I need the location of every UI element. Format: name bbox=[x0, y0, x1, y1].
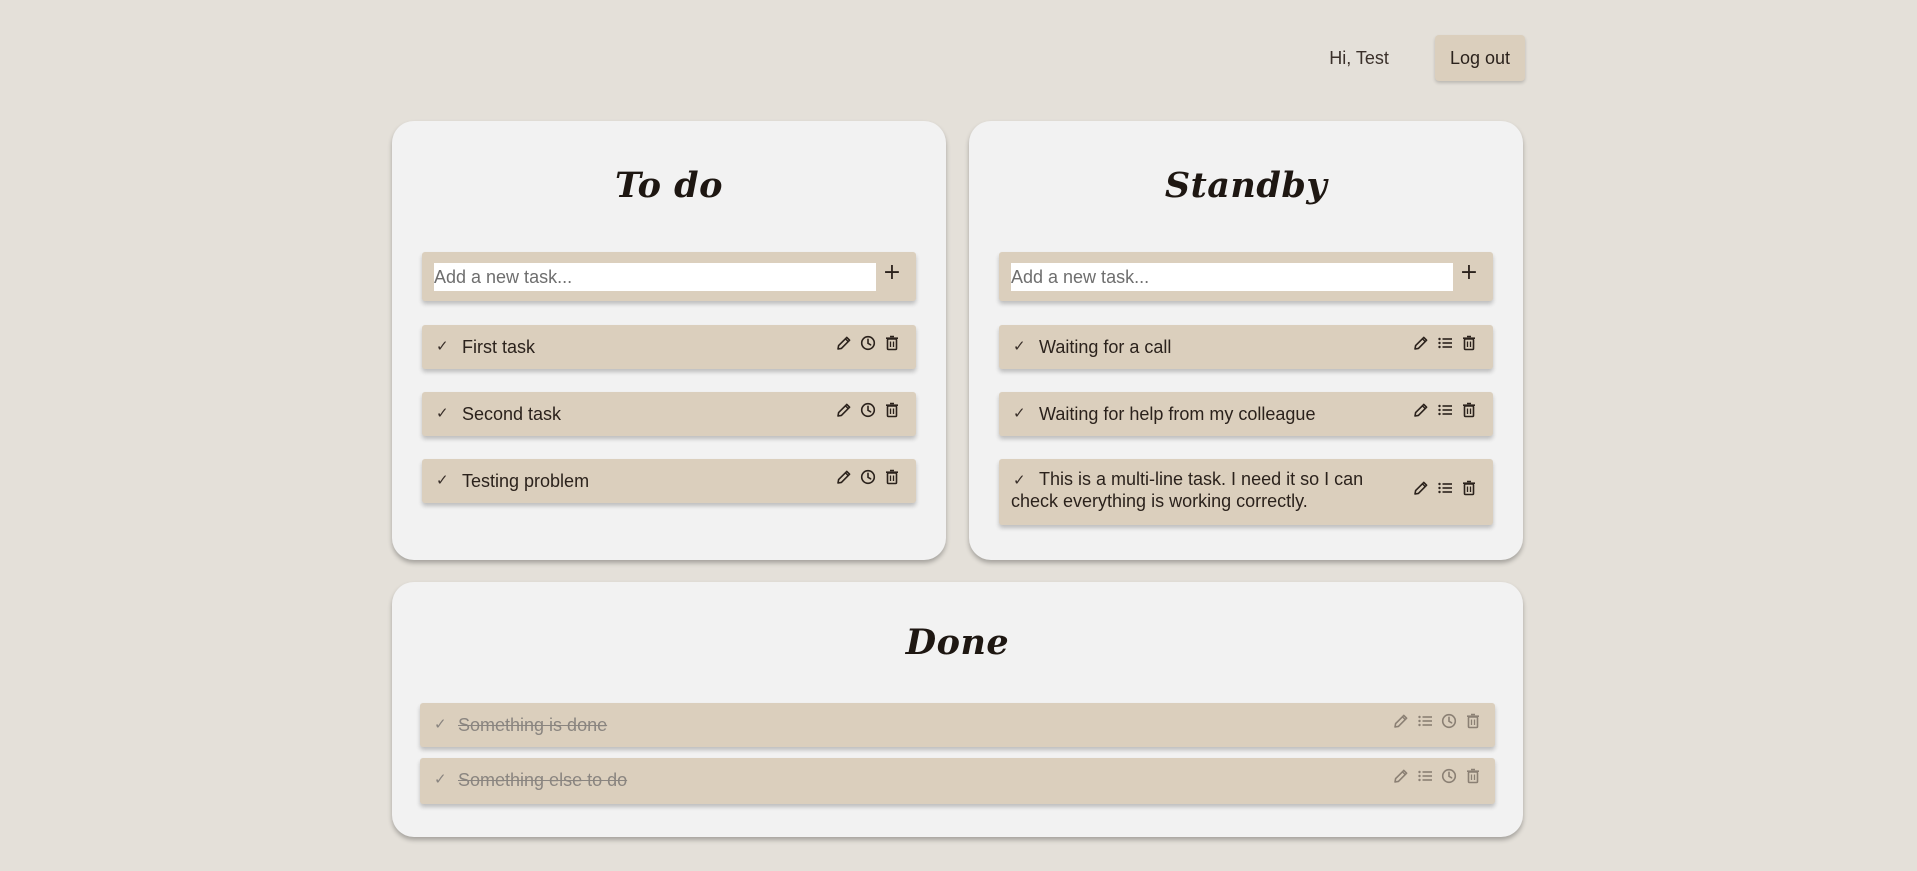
check-icon[interactable]: ✓ bbox=[436, 404, 449, 422]
task-text: First task bbox=[462, 337, 536, 357]
trash-icon[interactable] bbox=[1465, 713, 1481, 729]
task-text: Second task bbox=[462, 404, 562, 424]
clock-icon[interactable] bbox=[860, 469, 876, 485]
pencil-icon[interactable] bbox=[1413, 480, 1429, 496]
task-item[interactable]: ✓ Something is done bbox=[420, 703, 1495, 747]
check-icon[interactable]: ✓ bbox=[434, 715, 447, 733]
done-panel: Done ✓ Something is done ✓ Something els… bbox=[392, 582, 1523, 837]
check-icon[interactable]: ✓ bbox=[436, 337, 449, 355]
pencil-icon[interactable] bbox=[836, 402, 852, 418]
check-icon[interactable]: ✓ bbox=[436, 471, 449, 489]
trash-icon[interactable] bbox=[884, 469, 900, 485]
task-item[interactable]: ✓ This is a multi-line task. I need it s… bbox=[999, 459, 1493, 525]
todo-add-task-button[interactable]: + bbox=[880, 260, 904, 286]
user-greeting: Hi, Test bbox=[1329, 47, 1389, 68]
trash-icon[interactable] bbox=[884, 335, 900, 351]
pencil-icon[interactable] bbox=[1413, 402, 1429, 418]
pencil-icon[interactable] bbox=[836, 469, 852, 485]
task-actions bbox=[836, 469, 900, 485]
task-actions bbox=[836, 335, 900, 351]
task-actions bbox=[1413, 335, 1477, 351]
trash-icon[interactable] bbox=[1461, 335, 1477, 351]
todo-new-task-input[interactable] bbox=[434, 263, 876, 291]
list-icon[interactable] bbox=[1417, 768, 1433, 784]
check-icon[interactable]: ✓ bbox=[1013, 337, 1026, 355]
task-text: Waiting for help from my colleague bbox=[1039, 404, 1316, 424]
clock-icon[interactable] bbox=[1441, 713, 1457, 729]
trash-icon[interactable] bbox=[1461, 402, 1477, 418]
pencil-icon[interactable] bbox=[1413, 335, 1429, 351]
top-bar: Hi, Test Log out bbox=[1300, 35, 1525, 81]
task-actions bbox=[1393, 713, 1481, 729]
list-icon[interactable] bbox=[1437, 480, 1453, 496]
standby-add-task-button[interactable]: + bbox=[1457, 260, 1481, 286]
task-text: Something else to do bbox=[458, 770, 628, 790]
done-title: Done bbox=[905, 622, 1010, 663]
standby-new-task-input[interactable] bbox=[1011, 263, 1453, 291]
standby-panel: Standby + ✓ Waiting for a call ✓ Waiting… bbox=[969, 121, 1523, 560]
standby-title: Standby bbox=[1164, 165, 1328, 206]
trash-icon[interactable] bbox=[1465, 768, 1481, 784]
task-item[interactable]: ✓ Something else to do bbox=[420, 758, 1495, 804]
pencil-icon[interactable] bbox=[1393, 713, 1409, 729]
trash-icon[interactable] bbox=[884, 402, 900, 418]
task-actions bbox=[1393, 768, 1481, 784]
task-actions bbox=[1413, 402, 1477, 418]
clock-icon[interactable] bbox=[860, 402, 876, 418]
list-icon[interactable] bbox=[1437, 402, 1453, 418]
task-text: Something is done bbox=[458, 715, 608, 735]
task-item[interactable]: ✓ First task bbox=[422, 325, 916, 369]
task-text: Waiting for a call bbox=[1039, 337, 1172, 357]
task-text: This is a multi-line task. I need it so … bbox=[1011, 469, 1364, 511]
task-actions bbox=[836, 402, 900, 418]
pencil-icon[interactable] bbox=[836, 335, 852, 351]
task-item[interactable]: ✓ Waiting for a call bbox=[999, 325, 1493, 369]
todo-panel: To do + ✓ First task ✓ Second task ✓ Tes… bbox=[392, 121, 946, 560]
todo-title: To do bbox=[615, 165, 723, 206]
task-actions bbox=[1413, 480, 1477, 496]
task-item[interactable]: ✓ Waiting for help from my colleague bbox=[999, 392, 1493, 436]
standby-add-task-row: + bbox=[999, 252, 1493, 301]
list-icon[interactable] bbox=[1417, 713, 1433, 729]
check-icon[interactable]: ✓ bbox=[1013, 404, 1026, 422]
logout-button[interactable]: Log out bbox=[1434, 35, 1525, 81]
clock-icon[interactable] bbox=[860, 335, 876, 351]
task-item[interactable]: ✓ Second task bbox=[422, 392, 916, 436]
check-icon[interactable]: ✓ bbox=[434, 770, 447, 788]
pencil-icon[interactable] bbox=[1393, 768, 1409, 784]
task-item[interactable]: ✓ Testing problem bbox=[422, 459, 916, 503]
trash-icon[interactable] bbox=[1461, 480, 1477, 496]
list-icon[interactable] bbox=[1437, 335, 1453, 351]
clock-icon[interactable] bbox=[1441, 768, 1457, 784]
todo-add-task-row: + bbox=[422, 252, 916, 301]
task-text: Testing problem bbox=[462, 471, 590, 491]
